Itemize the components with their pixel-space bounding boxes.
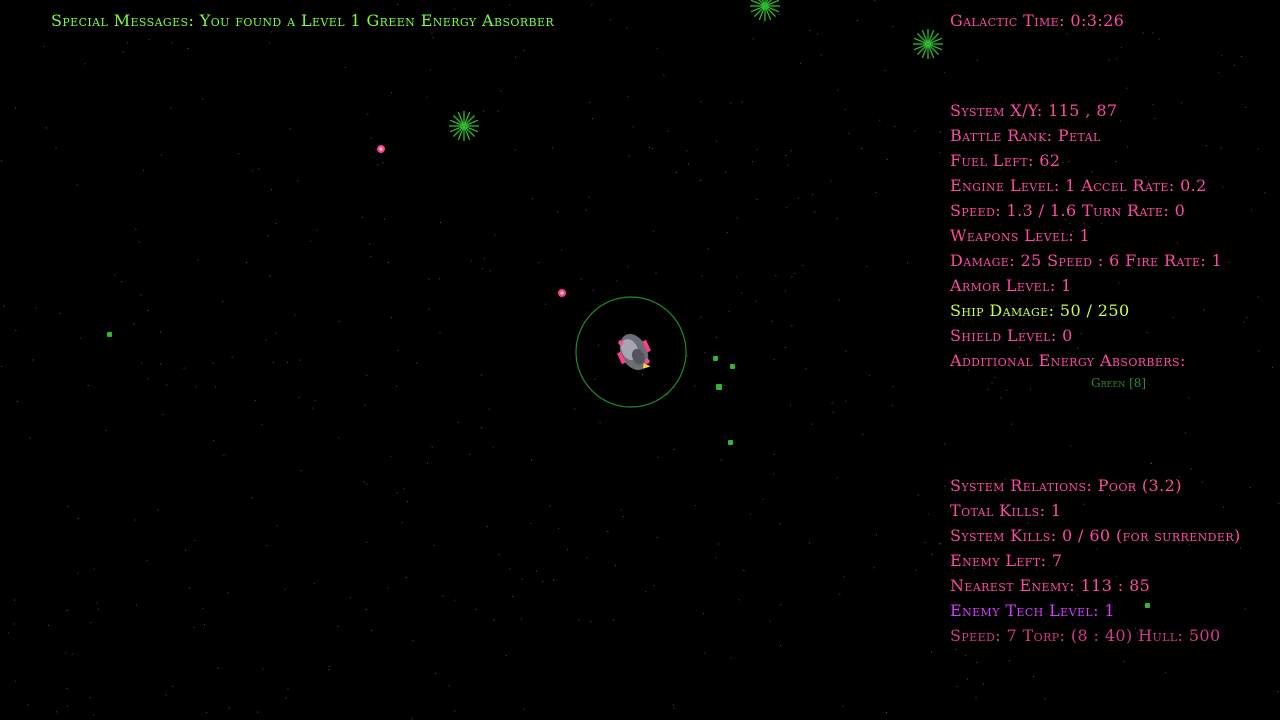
galactic-time: Galactic Time: 0:3:26 [950, 11, 1125, 30]
damage-stat: Damage: 25 Speed : 6 Fire Rate: 1 [950, 251, 1223, 270]
player-ship[interactable] [575, 296, 687, 408]
system-relations: System Relations: Poor (3.2) [950, 476, 1182, 495]
nearest-enemy: Nearest Enemy: 113 : 85 [950, 576, 1151, 595]
ship-stats-panel: System X/Y: 115 , 87 Battle Rank: Petal … [950, 98, 1222, 373]
fuel-left: Fuel Left: 62 [950, 151, 1061, 170]
shield-level: Shield Level: 0 [950, 326, 1073, 345]
enemy-mine[interactable] [377, 145, 385, 153]
enemy-mine[interactable] [558, 289, 566, 297]
absorbers-label: Additional Energy Absorbers: [950, 351, 1186, 370]
energy-absorber-burst[interactable] [913, 29, 943, 59]
total-kills: Total Kills: 1 [950, 501, 1062, 520]
absorbers-value: Green [8] [1091, 376, 1147, 390]
armor-level: Armor Level: 1 [950, 276, 1072, 295]
system-kills: System Kills: 0 / 60 (for surrender) [950, 526, 1241, 545]
system-info-panel: System Relations: Poor (3.2) Total Kills… [950, 473, 1241, 648]
battle-rank: Battle Rank: Petal [950, 126, 1101, 145]
enemy-tech-level: Enemy Tech Level: 1 [950, 601, 1115, 620]
system-xy: System X/Y: 115 , 87 [950, 101, 1118, 120]
energy-absorber-burst[interactable] [449, 111, 479, 141]
special-messages: Special Messages: You found a Level 1 Gr… [51, 11, 555, 30]
enemy-specs: Speed: 7 Torp: (8 : 40) Hull: 500 [950, 626, 1221, 645]
enemy-left: Enemy Left: 7 [950, 551, 1063, 570]
energy-absorber-burst[interactable] [750, 0, 780, 21]
engine-level: Engine Level: 1 Accel Rate: 0.2 [950, 176, 1207, 195]
weapons-level: Weapons Level: 1 [950, 226, 1091, 245]
ship-damage: Ship Damage: 50 / 250 [950, 301, 1130, 320]
speed-stat: Speed: 1.3 / 1.6 Turn Rate: 0 [950, 201, 1186, 220]
